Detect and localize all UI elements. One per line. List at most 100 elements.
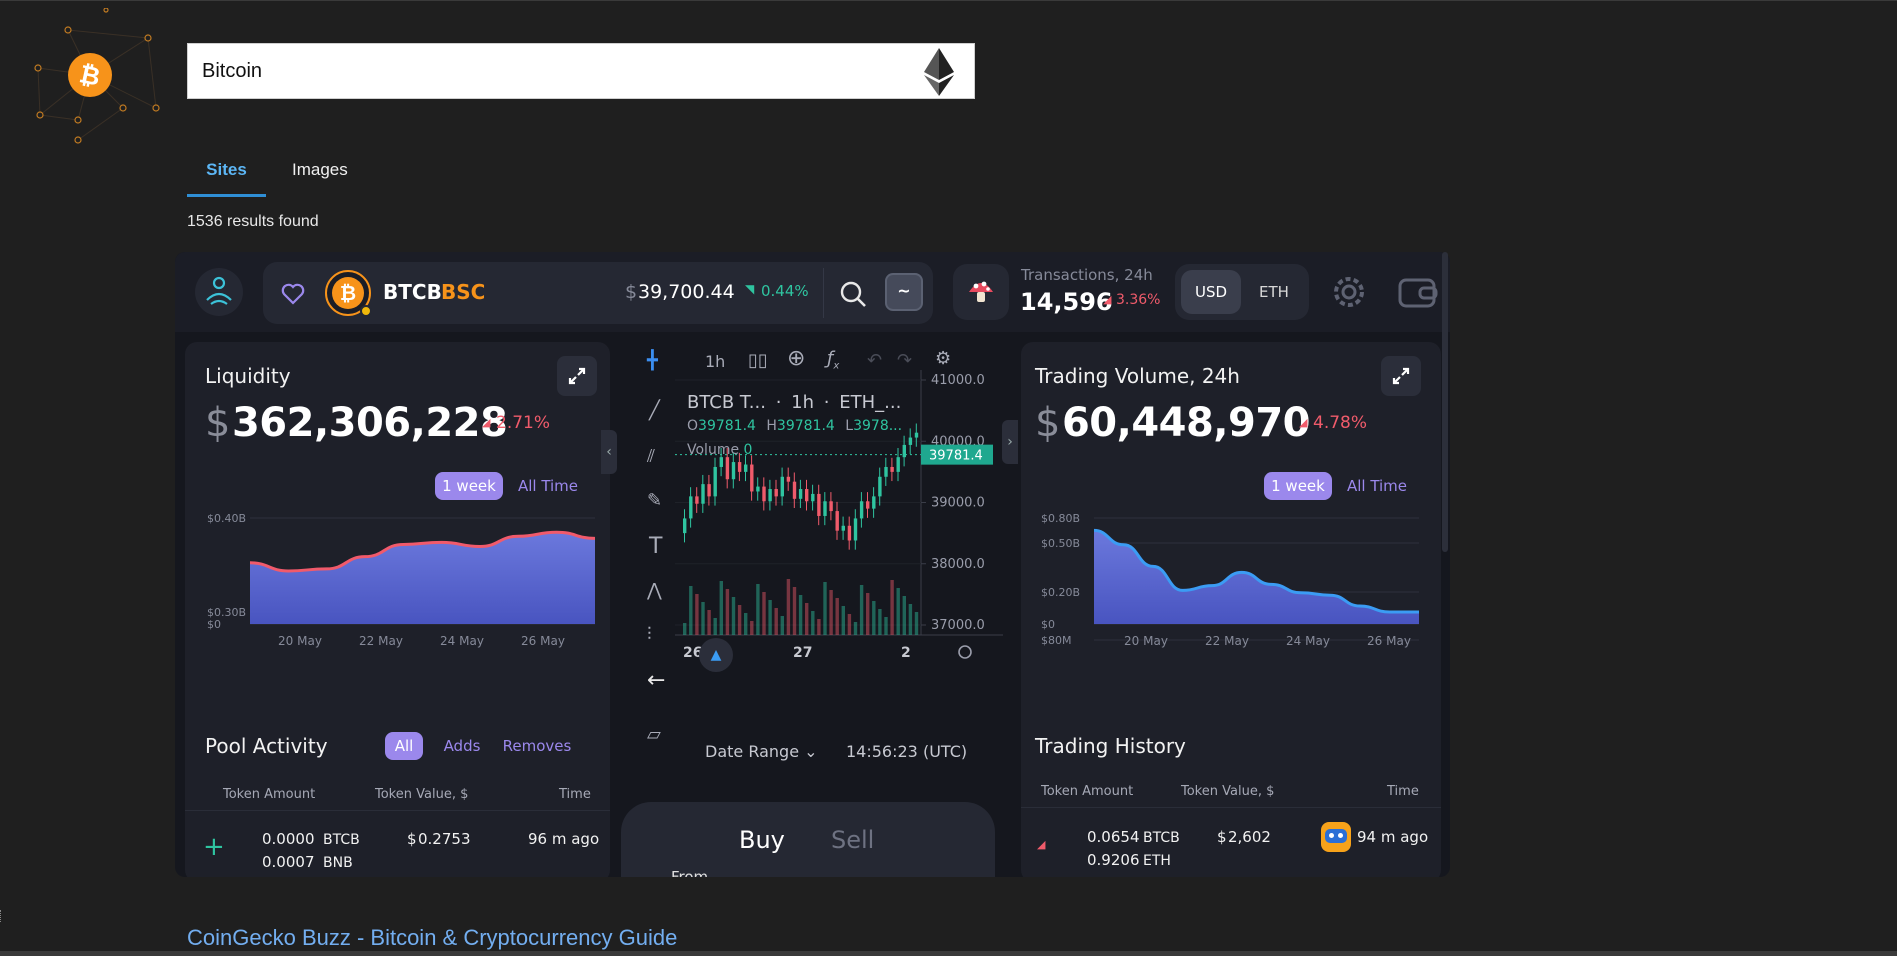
search-icon[interactable] — [839, 280, 867, 308]
redo-icon[interactable]: ↷ — [897, 350, 912, 371]
ruler-tool-icon[interactable]: ▱ — [647, 724, 661, 745]
price-change: 0.44% — [761, 282, 809, 300]
volume-bar — [872, 601, 876, 635]
liquidity-range-1week[interactable]: 1 week — [435, 472, 503, 500]
expand-volume-button[interactable] — [1381, 356, 1421, 396]
candle-body — [823, 501, 827, 516]
pool-token-1: BTCB — [323, 832, 360, 848]
pitchfork-tool-icon[interactable]: ⫽ — [647, 446, 655, 467]
candles-icon[interactable]: ▯▯ — [748, 350, 768, 371]
function-icon[interactable]: ƒx — [827, 348, 839, 372]
x-tick-label: 20 May — [1124, 634, 1168, 648]
bottom-scrollbar[interactable] — [0, 951, 1897, 956]
history-value: 2,602 — [1228, 828, 1271, 846]
sell-tab[interactable]: Sell — [831, 826, 874, 854]
trading-history-title: Trading History — [1035, 734, 1186, 758]
volume-bar — [859, 585, 864, 635]
volume-bar — [817, 619, 821, 635]
candle-body — [744, 464, 748, 472]
trendline-tool-icon[interactable]: ╱ — [649, 400, 660, 421]
trading-chart-area: ‹ › ╋ 1h ▯▯ ⊕ ƒx ↶ ↷ ⚙ ╱ ⫽ ✎ T ⋀ ⫶ ← ▱ B… — [601, 340, 1018, 877]
candle-body — [866, 501, 870, 509]
volume-bar — [725, 589, 730, 635]
volume-bar — [744, 613, 748, 635]
liquidity-dollar-sign: $ — [205, 400, 230, 446]
sun-icon — [958, 645, 972, 659]
candle-body — [695, 496, 699, 504]
candle-body — [817, 493, 821, 516]
candle-body — [914, 432, 919, 438]
currency-switch: USD ETH — [1175, 264, 1309, 320]
widget-scrollbar[interactable] — [1442, 252, 1448, 552]
add-indicator-icon[interactable]: ⊕ — [787, 346, 805, 371]
chart-settings-icon[interactable]: ⚙ — [935, 348, 951, 369]
widget-header: ₿ BTCB BSC $ 39,700.44 ◥ 0.44% ~ Transac… — [175, 252, 1450, 332]
volume-bar — [780, 616, 784, 635]
transactions-label: Transactions, 24h — [1021, 266, 1153, 284]
brush-tool-icon[interactable]: ✎ — [647, 490, 662, 511]
pool-token-2: BNB — [323, 855, 353, 871]
volume-range-1week[interactable]: 1 week — [1264, 472, 1332, 500]
volume-bar — [908, 604, 913, 635]
ethereum-icon[interactable] — [924, 48, 954, 96]
search-input[interactable] — [202, 44, 902, 98]
candle-body — [890, 466, 894, 472]
expand-liquidity-button[interactable] — [557, 356, 597, 396]
candle-body — [805, 489, 809, 502]
volume-bar — [695, 594, 699, 635]
date-range-dropdown[interactable]: Date Range ⌄ — [705, 742, 818, 761]
tab-images[interactable]: Images — [292, 155, 352, 197]
pool-activity-title: Pool Activity — [205, 734, 328, 758]
pool-header-divider — [185, 810, 610, 811]
pool-filter-adds[interactable]: Adds — [437, 732, 487, 760]
search-bar[interactable] — [187, 43, 975, 99]
volume-bar — [786, 579, 791, 635]
text-tool-icon[interactable]: T — [649, 534, 662, 559]
currency-usd[interactable]: USD — [1181, 270, 1241, 314]
candle-body — [731, 462, 736, 480]
pool-filter-all[interactable]: All — [385, 732, 423, 760]
back-arrow-icon[interactable]: ← — [647, 668, 665, 693]
chart-interval[interactable]: 1h — [705, 352, 725, 371]
candle-body — [725, 457, 730, 480]
candle-body — [884, 466, 888, 477]
tab-sites[interactable]: Sites — [187, 155, 266, 197]
result-link[interactable]: CoinGecko Buzz - Bitcoin & Cryptocurrenc… — [187, 925, 677, 951]
candle-body — [701, 484, 705, 504]
pattern-tool-icon[interactable]: ⋀ — [647, 580, 662, 601]
collapse-left-button[interactable]: ‹ — [601, 430, 617, 474]
app-logo-icon[interactable] — [195, 268, 243, 316]
pool-add-sign: + — [203, 832, 225, 862]
volume-bar — [768, 600, 772, 635]
volume-bar — [798, 595, 803, 635]
volume-bar — [902, 596, 906, 635]
volume-bar — [756, 584, 760, 635]
pool-filter-removes[interactable]: Removes — [497, 732, 577, 760]
buy-tab[interactable]: Buy — [739, 826, 785, 854]
volume-range-alltime[interactable]: All Time — [1342, 472, 1412, 500]
collapse-right-button[interactable]: › — [1002, 420, 1018, 464]
candle-body — [878, 476, 882, 497]
dex-widget-screenshot: ₿ BTCB BSC $ 39,700.44 ◥ 0.44% ~ Transac… — [175, 252, 1450, 877]
x-tick-label: 24 May — [440, 634, 484, 648]
mushroom-icon[interactable] — [953, 264, 1009, 320]
candle-body — [872, 496, 876, 509]
settings-gear-icon[interactable] — [1331, 274, 1367, 310]
liquidity-range-alltime[interactable]: All Time — [513, 472, 583, 500]
top-border — [0, 0, 1897, 1]
undo-icon[interactable]: ↶ — [867, 350, 882, 371]
favorite-heart-icon[interactable] — [281, 283, 305, 305]
candle-body — [719, 457, 723, 467]
token-price: 39,700.44 — [638, 281, 735, 303]
pool-col-token-amount: Token Amount — [223, 787, 316, 802]
currency-eth[interactable]: ETH — [1245, 270, 1303, 314]
candle-body — [774, 489, 778, 497]
measure-tool-icon[interactable]: ⫶ — [647, 624, 652, 645]
wallet-icon[interactable] — [1398, 276, 1438, 308]
crosshair-tool-icon[interactable]: ╋ — [647, 350, 658, 371]
sell-arrow-icon: ◢ — [1037, 838, 1046, 851]
swap-toggle-button[interactable]: ~ — [885, 273, 923, 311]
candlestick-chart: 41000.040000.039000.038000.037000.039781… — [675, 370, 1003, 661]
volume-bar — [841, 606, 845, 635]
volume-bar — [683, 623, 687, 635]
